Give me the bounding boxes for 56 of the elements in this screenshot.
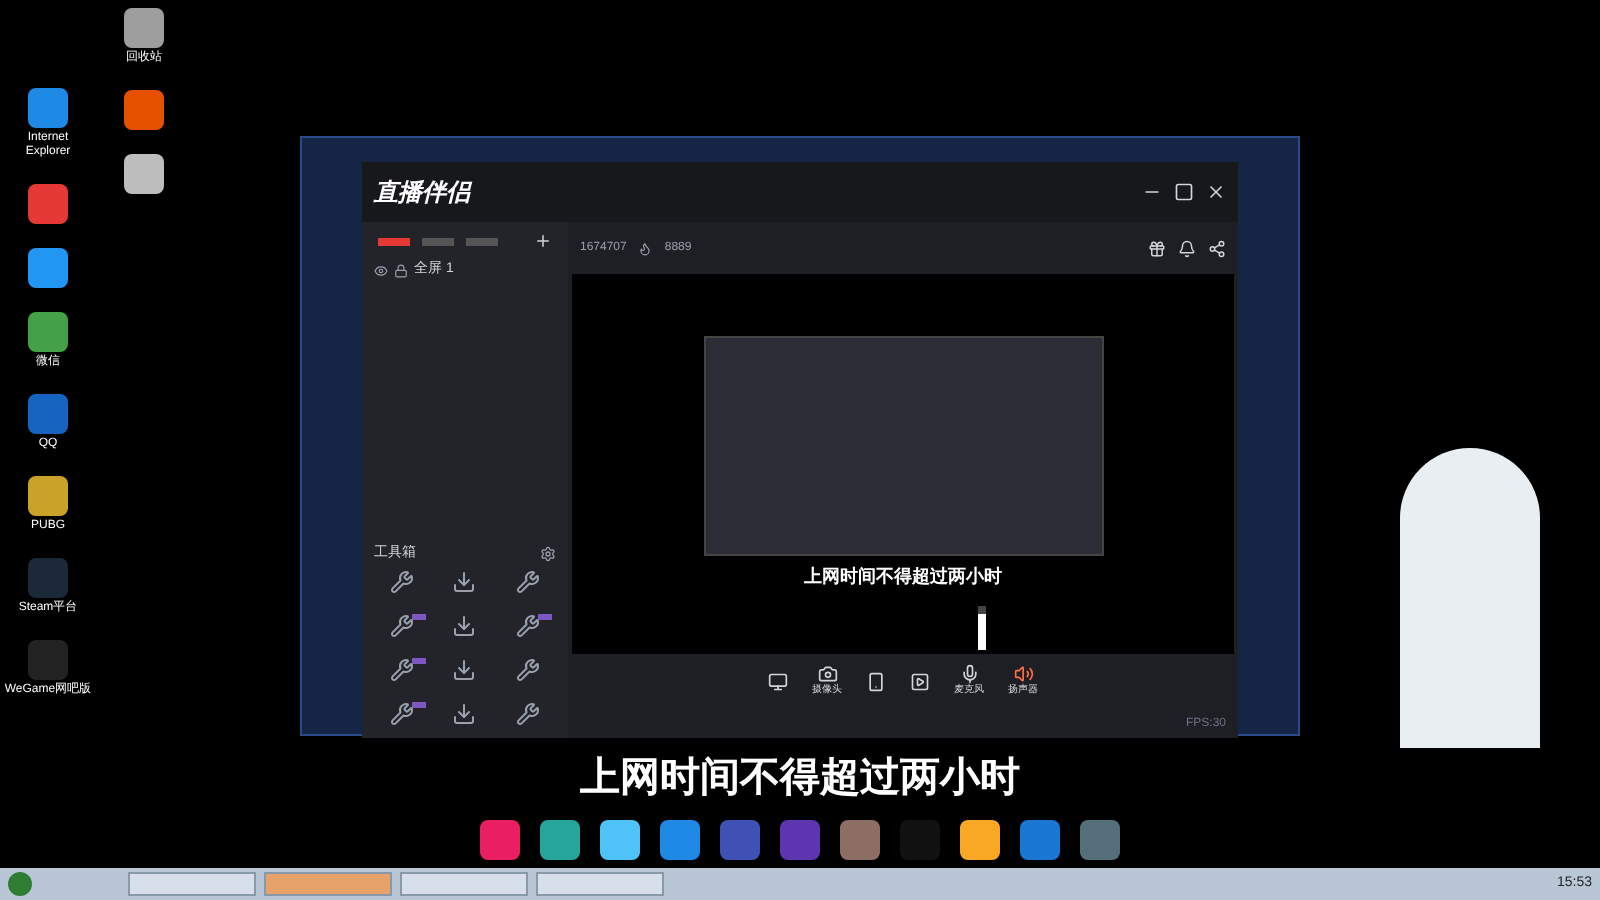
download-icon[interactable] xyxy=(452,658,477,682)
tool-icon[interactable] xyxy=(516,570,541,594)
toolbar-button[interactable] xyxy=(768,672,788,692)
dock-icon[interactable] xyxy=(840,820,880,860)
monitor-icon xyxy=(768,672,788,692)
app-icon[interactable] xyxy=(28,476,68,516)
speaker-icon xyxy=(1013,664,1033,685)
eye-icon[interactable] xyxy=(374,263,388,278)
toolbar-button[interactable] xyxy=(910,672,930,692)
panel-tab[interactable] xyxy=(378,237,410,245)
dock-icon[interactable] xyxy=(660,820,700,860)
app-icon[interactable] xyxy=(28,88,68,128)
download-icon[interactable] xyxy=(452,570,477,594)
tool-icon[interactable] xyxy=(516,614,541,638)
app-icon[interactable] xyxy=(28,312,68,352)
camera-icon xyxy=(817,664,837,685)
toolbar-button[interactable] xyxy=(866,672,886,692)
dock-icon[interactable] xyxy=(1020,820,1060,860)
preview-subtitle: 上网时间不得超过两小时 xyxy=(804,564,1002,591)
flame-icon xyxy=(638,241,653,255)
volume-track[interactable] xyxy=(978,606,986,650)
tool-icon[interactable] xyxy=(389,614,414,638)
download-icon[interactable] xyxy=(452,614,477,638)
tool-icon[interactable] xyxy=(389,570,414,594)
app-logo: 直播伴侣 xyxy=(374,176,470,210)
lock-icon[interactable] xyxy=(394,263,408,278)
gift-icon[interactable] xyxy=(1148,239,1166,257)
phone-icon xyxy=(866,672,886,692)
new-badge xyxy=(411,614,426,620)
app-icon[interactable] xyxy=(28,248,68,288)
dock-icon[interactable] xyxy=(480,820,520,860)
app-icon[interactable] xyxy=(124,8,164,48)
tool-icon[interactable] xyxy=(389,658,414,682)
start-button[interactable] xyxy=(8,872,32,896)
new-badge xyxy=(537,614,552,620)
app-icon[interactable] xyxy=(124,90,164,130)
play-icon xyxy=(910,672,930,692)
tool-icon[interactable] xyxy=(516,702,541,726)
video-subtitle: 上网时间不得超过两小时 xyxy=(580,754,1020,804)
tool-icon[interactable] xyxy=(516,658,541,682)
microphone-icon xyxy=(959,664,979,685)
new-badge xyxy=(411,702,426,708)
download-icon[interactable] xyxy=(452,702,477,726)
tool-icon[interactable] xyxy=(389,702,414,726)
settings-icon[interactable] xyxy=(540,545,556,562)
maximize-icon[interactable] xyxy=(1174,182,1194,202)
add-icon[interactable] xyxy=(534,232,552,250)
dock-icon[interactable] xyxy=(960,820,1000,860)
dock-icon[interactable] xyxy=(540,820,580,860)
app-icon[interactable] xyxy=(124,154,164,194)
dock-icon[interactable] xyxy=(600,820,640,860)
bell-icon[interactable] xyxy=(1178,239,1196,257)
app-icon[interactable] xyxy=(28,184,68,224)
new-badge xyxy=(411,658,426,664)
share-icon[interactable] xyxy=(1208,239,1226,257)
close-icon[interactable] xyxy=(1206,182,1226,202)
